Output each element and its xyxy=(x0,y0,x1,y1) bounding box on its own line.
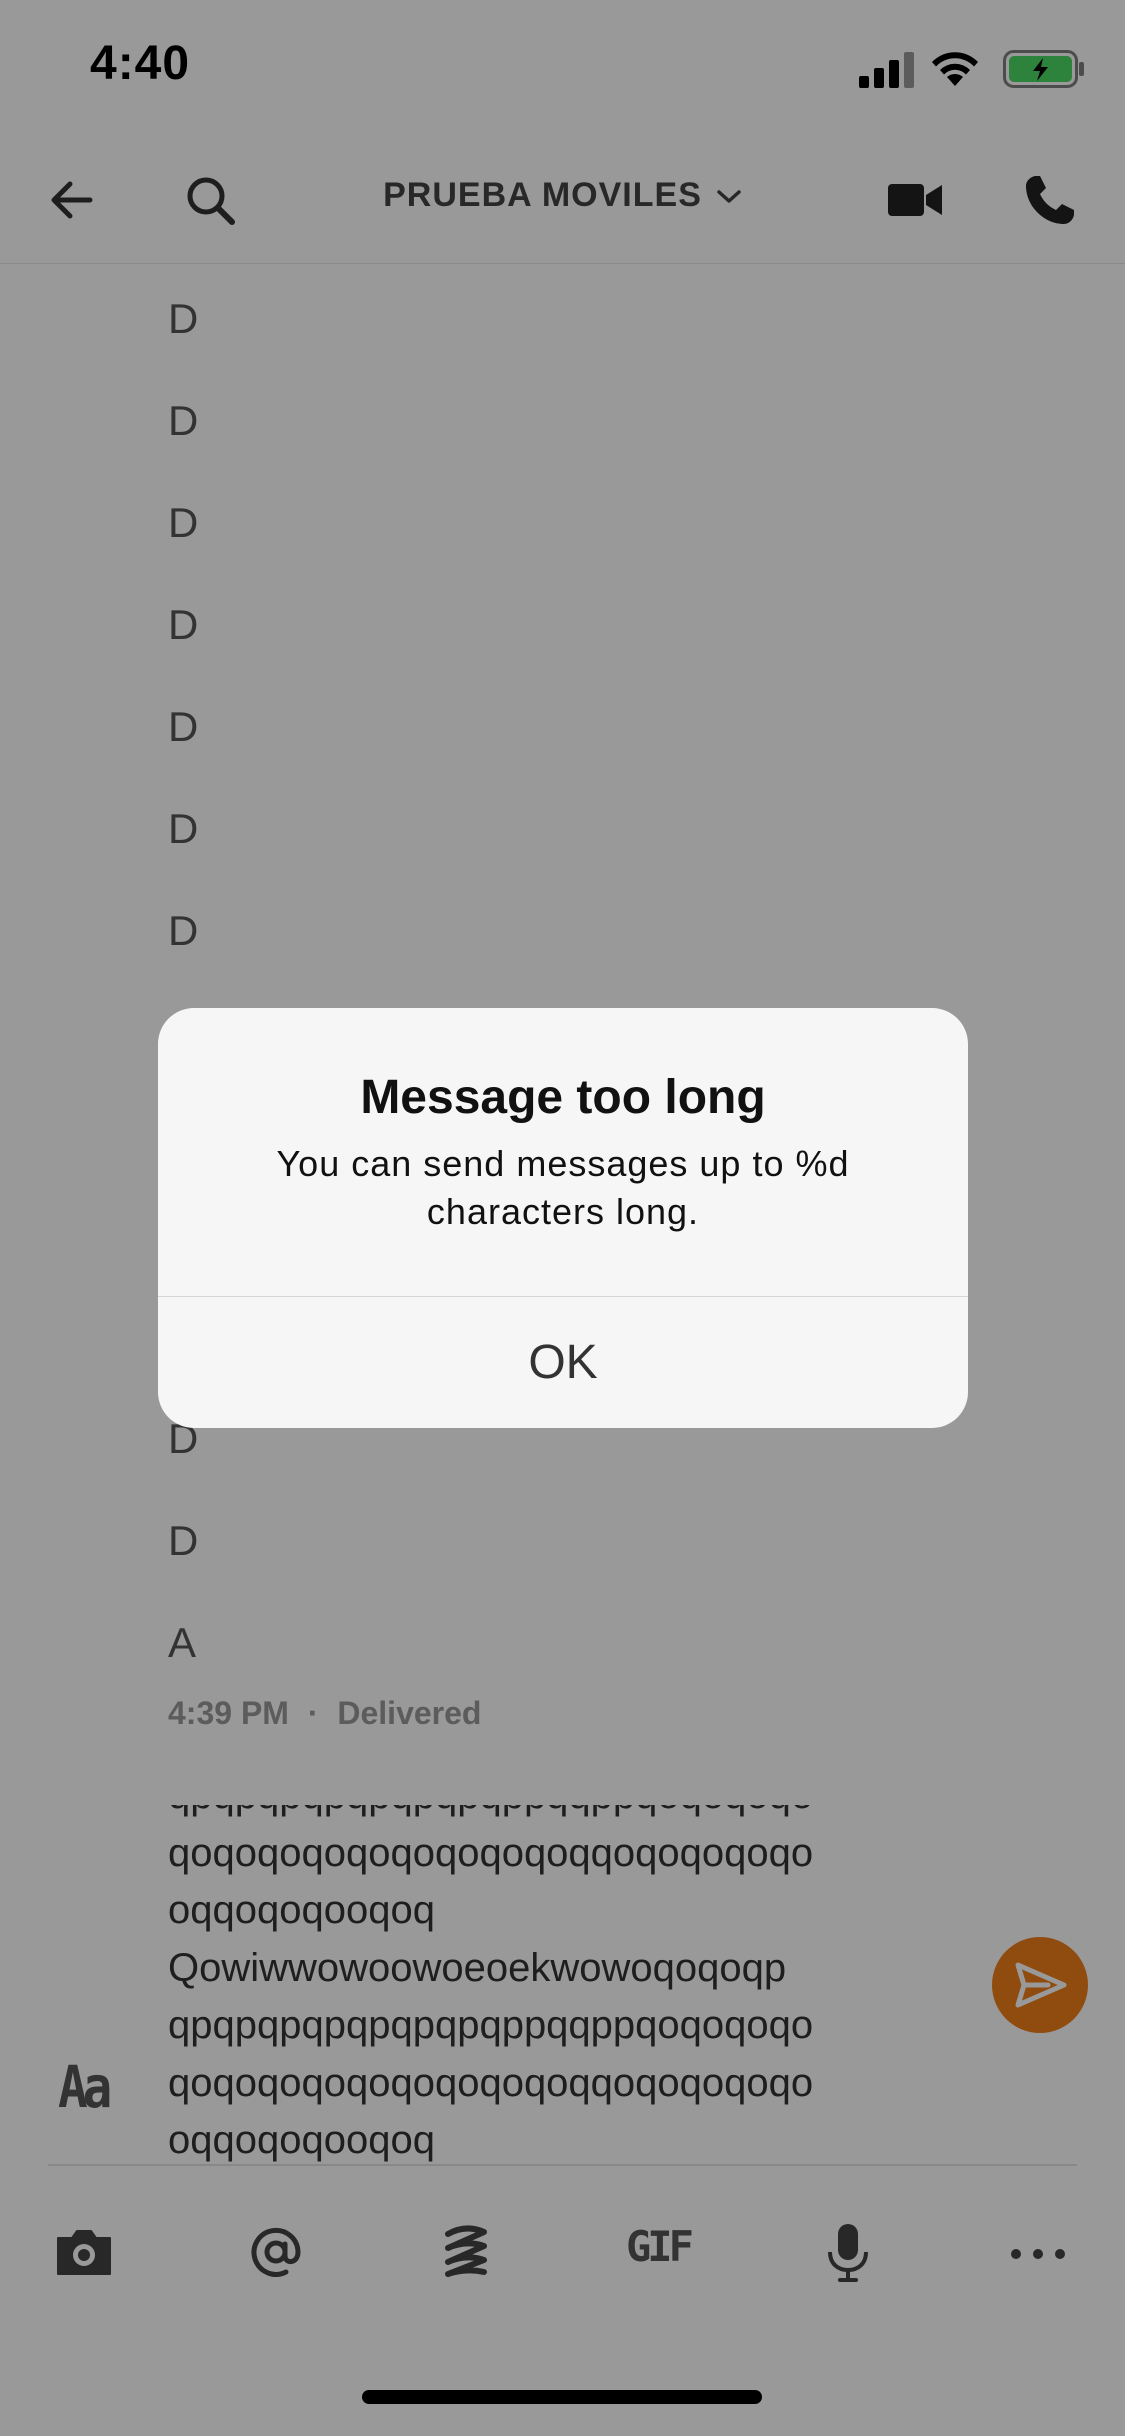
ok-button[interactable]: OK xyxy=(158,1297,968,1428)
home-indicator[interactable] xyxy=(362,2390,762,2404)
alert-dialog: Message too long You can send messages u… xyxy=(158,1008,968,1428)
alert-message: You can send messages up to %d character… xyxy=(276,1143,850,1232)
alert-title: Message too long xyxy=(360,1071,766,1124)
